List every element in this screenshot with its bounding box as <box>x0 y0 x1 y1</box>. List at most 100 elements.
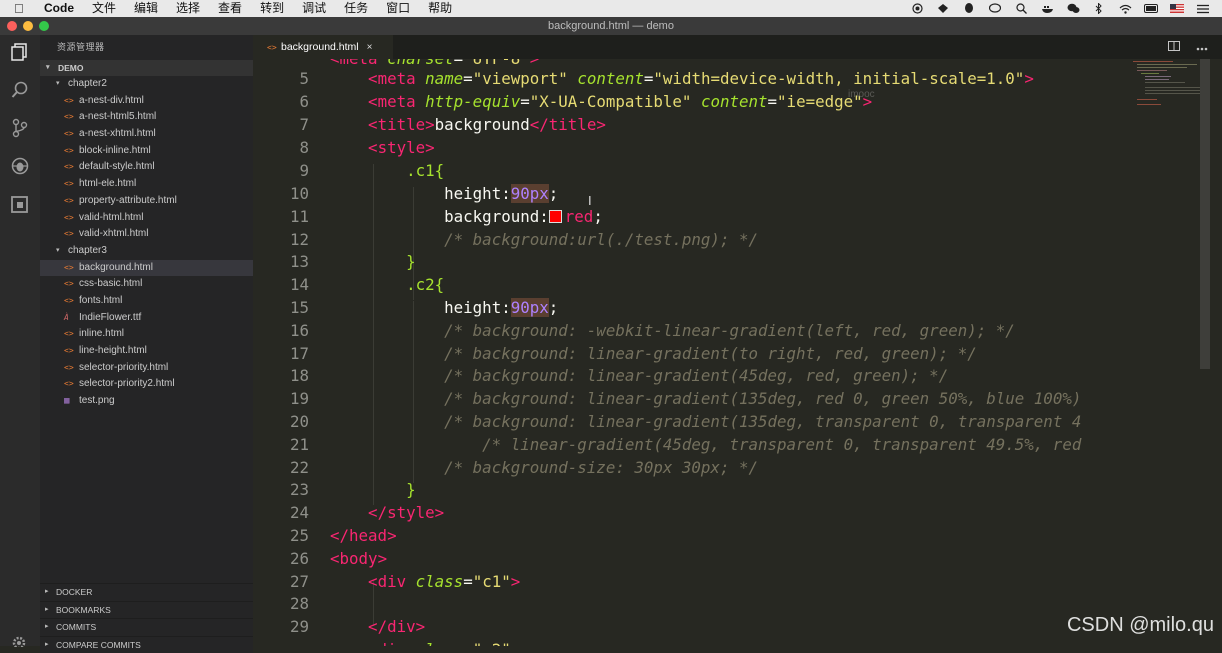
menu-file[interactable]: 文件 <box>92 0 116 17</box>
explorer-icon[interactable] <box>9 41 31 63</box>
workspace-root[interactable]: ▾DEMO <box>40 60 253 76</box>
section-label: COMMITS <box>56 619 96 636</box>
section-bookmarks[interactable]: ▸BOOKMARKS <box>40 601 253 619</box>
editor-tab-bar: <> background.html × <box>253 35 1222 59</box>
code-line: 10 height:90px; <box>253 183 1153 206</box>
file-item[interactable]: ▦test.png <box>40 393 253 410</box>
code-editor[interactable]: <meta charset="UTF-8"> 5 <meta name="vie… <box>253 59 1222 646</box>
zoom-window-button[interactable] <box>39 21 49 31</box>
expanded-arrow-icon: ▾ <box>46 60 58 76</box>
menu-app-name[interactable]: Code <box>44 0 74 17</box>
code-line: 11 background:red; <box>253 206 1153 229</box>
section-compare-commits[interactable]: ▸COMPARE COMMITS <box>40 636 253 653</box>
html-file-icon: <> <box>64 109 79 126</box>
file-item[interactable]: <>default-style.html <box>40 159 253 176</box>
file-item[interactable]: <>a-nest-xhtml.html <box>40 126 253 143</box>
settings-gear-icon[interactable] <box>11 634 27 646</box>
section-label: COMPARE COMMITS <box>56 637 141 653</box>
html-file-icon: <> <box>267 43 281 52</box>
menu-edit[interactable]: 编辑 <box>134 0 158 17</box>
html-file-icon: <> <box>64 276 79 293</box>
folder-chapter2[interactable]: ▾chapter2 <box>40 76 253 93</box>
tab-label: background.html <box>281 41 359 53</box>
file-label: html-ele.html <box>79 176 136 193</box>
file-item[interactable]: <>inline.html <box>40 326 253 343</box>
folder-chapter3[interactable]: ▾chapter3 <box>40 243 253 260</box>
file-item[interactable]: <>a-nest-div.html <box>40 93 253 110</box>
section-label: BOOKMARKS <box>56 602 111 619</box>
file-label: valid-html.html <box>79 210 143 227</box>
menu-debug[interactable]: 调试 <box>302 0 326 17</box>
docker-icon[interactable] <box>1040 3 1054 14</box>
search-icon[interactable] <box>1014 3 1028 14</box>
record-icon[interactable] <box>910 3 924 14</box>
html-file-icon: <> <box>64 293 79 310</box>
vertical-scrollbar[interactable] <box>1200 59 1210 369</box>
color-swatch-red[interactable] <box>549 210 562 223</box>
menu-view[interactable]: 查看 <box>218 0 242 17</box>
collapsed-arrow-icon: ▸ <box>45 584 56 601</box>
code-line-partial: <div class="c2" <box>253 639 1153 646</box>
wifi-icon[interactable] <box>1118 3 1132 14</box>
chat-icon[interactable] <box>988 3 1002 14</box>
file-item[interactable]: <>css-basic.html <box>40 276 253 293</box>
source-control-icon[interactable] <box>9 117 31 139</box>
wechat-icon[interactable] <box>1066 3 1080 14</box>
image-file-icon: ▦ <box>64 393 79 410</box>
file-label: a-nest-div.html <box>79 93 144 110</box>
more-actions-icon[interactable] <box>1196 40 1208 54</box>
file-item[interactable]: <>valid-xhtml.html <box>40 226 253 243</box>
collapsed-arrow-icon: ▸ <box>45 602 56 619</box>
file-item[interactable]: <>html-ele.html <box>40 176 253 193</box>
file-item[interactable]: <>block-inline.html <box>40 143 253 160</box>
code-line: 16 /* background: -webkit-linear-gradien… <box>253 320 1153 343</box>
file-label: block-inline.html <box>79 143 151 160</box>
code-line: 27 <div class="c1"> <box>253 571 1153 594</box>
menu-selection[interactable]: 选择 <box>176 0 200 17</box>
tab-background-html[interactable]: <> background.html × <box>253 35 393 59</box>
close-tab-icon[interactable]: × <box>367 42 373 53</box>
bluetooth-icon[interactable] <box>1092 3 1106 14</box>
section-docker[interactable]: ▸DOCKER <box>40 583 253 601</box>
file-item[interactable]: <>property-attribute.html <box>40 193 253 210</box>
split-editor-icon[interactable] <box>1168 40 1180 54</box>
file-label: inline.html <box>79 326 124 343</box>
code-line: 23 } <box>253 479 1153 502</box>
file-item[interactable]: <>selector-priority2.html <box>40 376 253 393</box>
close-window-button[interactable] <box>7 21 17 31</box>
folder-label: chapter3 <box>68 243 107 260</box>
list-menu-icon[interactable] <box>1196 3 1210 14</box>
file-item[interactable]: ÀIndieFlower.ttf <box>40 310 253 327</box>
menu-window[interactable]: 窗口 <box>386 0 410 17</box>
file-label: a-nest-xhtml.html <box>79 126 156 143</box>
search-icon[interactable] <box>9 79 31 101</box>
file-label: selector-priority.html <box>79 360 168 377</box>
debug-icon[interactable] <box>9 155 31 177</box>
apple-icon[interactable]:  <box>14 1 30 16</box>
minimize-window-button[interactable] <box>23 21 33 31</box>
code-line: 20 /* background: linear-gradient(135deg… <box>253 411 1153 434</box>
file-item[interactable]: <>selector-priority.html <box>40 360 253 377</box>
code-line: 9 .c1{ <box>253 160 1153 183</box>
extensions-icon[interactable] <box>9 193 31 215</box>
file-item[interactable]: <>a-nest-html5.html <box>40 109 253 126</box>
code-line: 17 /* background: linear-gradient(to rig… <box>253 343 1153 366</box>
menu-go[interactable]: 转到 <box>260 0 284 17</box>
code-line: 28 <box>253 593 1153 616</box>
section-commits[interactable]: ▸COMMITS <box>40 618 253 636</box>
qq-icon[interactable] <box>962 3 976 14</box>
us-flag-icon[interactable] <box>1170 3 1184 14</box>
html-file-icon: <> <box>64 193 79 210</box>
menu-help[interactable]: 帮助 <box>428 0 452 17</box>
app-tray-icon[interactable] <box>936 3 950 14</box>
menu-tasks[interactable]: 任务 <box>344 0 368 17</box>
workspace-root-label: DEMO <box>58 60 84 76</box>
section-label: DOCKER <box>56 584 92 601</box>
file-item-selected[interactable]: <>background.html <box>40 260 253 277</box>
file-item[interactable]: <>line-height.html <box>40 343 253 360</box>
html-file-icon: <> <box>64 326 79 343</box>
minimap[interactable] <box>1133 59 1203 129</box>
file-item[interactable]: <>valid-html.html <box>40 210 253 227</box>
file-item[interactable]: <>fonts.html <box>40 293 253 310</box>
html-file-icon: <> <box>64 126 79 143</box>
